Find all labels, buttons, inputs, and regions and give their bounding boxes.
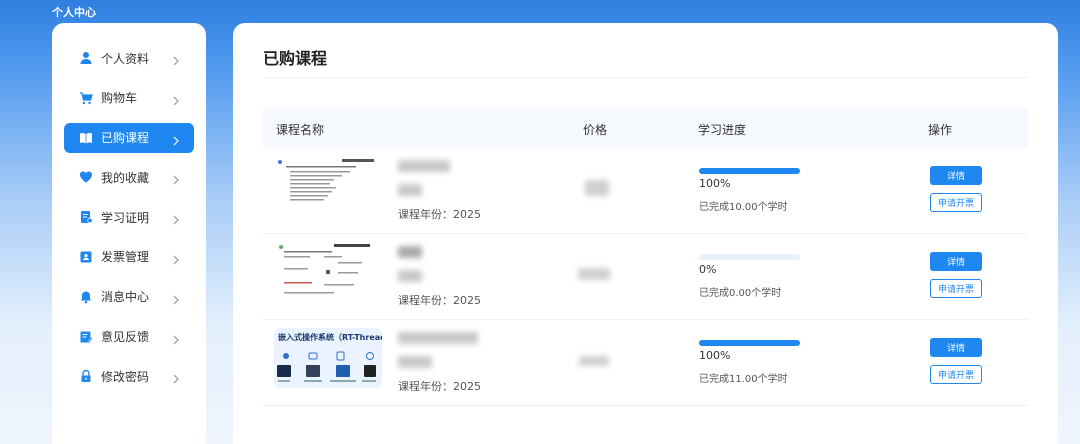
sidebar-item-purchased-courses[interactable]: 已购课程 xyxy=(64,122,194,153)
price-redacted xyxy=(585,180,609,196)
top-bar: 个人中心 xyxy=(0,0,1080,22)
course-thumbnail[interactable] xyxy=(274,156,382,216)
sidebar-item-label: 购物车 xyxy=(101,91,138,106)
sidebar-item-label: 个人资料 xyxy=(101,51,150,66)
column-header-progress: 学习进度 xyxy=(698,123,747,137)
course-name-redacted xyxy=(398,356,432,368)
sidebar-item-change-password[interactable]: 修改密码 xyxy=(64,361,194,391)
sidebar-item-messages[interactable]: 消息中心 xyxy=(64,282,194,312)
table-header: 课程名称 价格 学习进度 操作 xyxy=(263,108,1028,148)
apply-invoice-button[interactable]: 申请开票 xyxy=(930,279,982,298)
apply-invoice-button[interactable]: 申请开票 xyxy=(930,193,982,212)
completed-hours: 已完成10.00个学时 xyxy=(699,202,788,213)
sidebar-item-certificates[interactable]: 学习证明 xyxy=(64,202,194,232)
completed-hours: 已完成11.00个学时 xyxy=(699,374,788,385)
page-title: 已购课程 xyxy=(263,49,328,68)
progress-bar xyxy=(699,340,800,346)
sidebar-item-label: 意见反馈 xyxy=(101,330,150,345)
chevron-right-icon xyxy=(170,52,182,66)
apply-invoice-button[interactable]: 申请开票 xyxy=(930,365,982,384)
price-redacted xyxy=(578,268,610,280)
detail-button[interactable]: 详情 xyxy=(930,166,982,185)
chevron-right-icon xyxy=(170,370,182,384)
course-year: 课程年份：2025 xyxy=(398,208,481,221)
table-row: 课程年份：2025 100% 已完成10.00个学时 详情 申请开票 xyxy=(263,148,1028,234)
course-name-redacted xyxy=(398,184,422,196)
chevron-right-icon xyxy=(170,291,182,305)
book-icon xyxy=(79,131,93,145)
sidebar: 个人资料 购物车 已购课程 我的收藏 学习证明 发票管理 消息中心 意见反馈 修… xyxy=(52,23,206,444)
sidebar-item-cart[interactable]: 购物车 xyxy=(64,83,194,113)
sidebar-item-label: 消息中心 xyxy=(101,290,150,305)
progress-percent: 100% xyxy=(699,349,731,362)
course-year: 课程年份：2025 xyxy=(398,380,481,393)
column-header-course-name: 课程名称 xyxy=(276,123,325,137)
sidebar-item-invoices[interactable]: 发票管理 xyxy=(64,242,194,272)
app-title: 个人中心 xyxy=(52,6,96,19)
completed-hours: 已完成0.00个学时 xyxy=(699,288,782,299)
course-name-redacted xyxy=(398,270,422,282)
cart-icon xyxy=(79,91,93,105)
feedback-icon xyxy=(79,330,93,344)
progress-fill xyxy=(699,340,800,346)
course-name-redacted xyxy=(398,160,450,172)
bell-icon xyxy=(79,290,93,304)
detail-button[interactable]: 详情 xyxy=(930,338,982,357)
lock-icon xyxy=(79,369,93,383)
course-thumbnail[interactable] xyxy=(274,242,382,302)
chevron-right-icon xyxy=(170,211,182,225)
divider xyxy=(263,77,1028,78)
sidebar-item-label: 修改密码 xyxy=(101,369,150,384)
user-icon xyxy=(79,51,93,65)
progress-fill xyxy=(699,168,800,174)
course-thumbnail[interactable]: 嵌入式操作系统（RT-Thread） xyxy=(274,328,382,388)
progress-bar xyxy=(699,254,800,260)
chevron-right-icon xyxy=(170,171,182,185)
table-row: 课程年份：2025 0% 已完成0.00个学时 详情 申请开票 xyxy=(263,234,1028,320)
heart-icon xyxy=(79,170,93,184)
progress-percent: 100% xyxy=(699,177,731,190)
table-row: 嵌入式操作系统（RT-Thread） 课程年份：2025 100% xyxy=(263,320,1028,406)
course-year: 课程年份：2025 xyxy=(398,294,481,307)
progress-percent: 0% xyxy=(699,263,717,276)
sidebar-item-profile[interactable]: 个人资料 xyxy=(64,43,194,73)
chevron-right-icon xyxy=(170,92,182,106)
sidebar-item-label: 发票管理 xyxy=(101,250,150,265)
price-redacted xyxy=(579,356,609,366)
sidebar-item-label: 学习证明 xyxy=(101,210,150,225)
chevron-right-icon xyxy=(170,251,182,265)
column-header-price: 价格 xyxy=(583,123,608,137)
sidebar-item-label: 我的收藏 xyxy=(101,170,150,185)
detail-button[interactable]: 详情 xyxy=(930,252,982,271)
chevron-right-icon xyxy=(170,331,182,345)
invoice-icon xyxy=(79,250,93,264)
progress-bar xyxy=(699,168,800,174)
sidebar-item-favorites[interactable]: 我的收藏 xyxy=(64,162,194,192)
certificate-icon xyxy=(79,210,93,224)
chevron-right-icon xyxy=(170,132,182,146)
sidebar-item-label: 已购课程 xyxy=(101,131,150,146)
course-name-redacted xyxy=(398,332,478,344)
column-header-actions: 操作 xyxy=(928,123,953,137)
sidebar-item-feedback[interactable]: 意见反馈 xyxy=(64,322,194,352)
main-panel: 已购课程 课程名称 价格 学习进度 操作 课程年份：2025 100% 已完成1… xyxy=(233,23,1058,444)
course-name-redacted xyxy=(398,246,422,258)
